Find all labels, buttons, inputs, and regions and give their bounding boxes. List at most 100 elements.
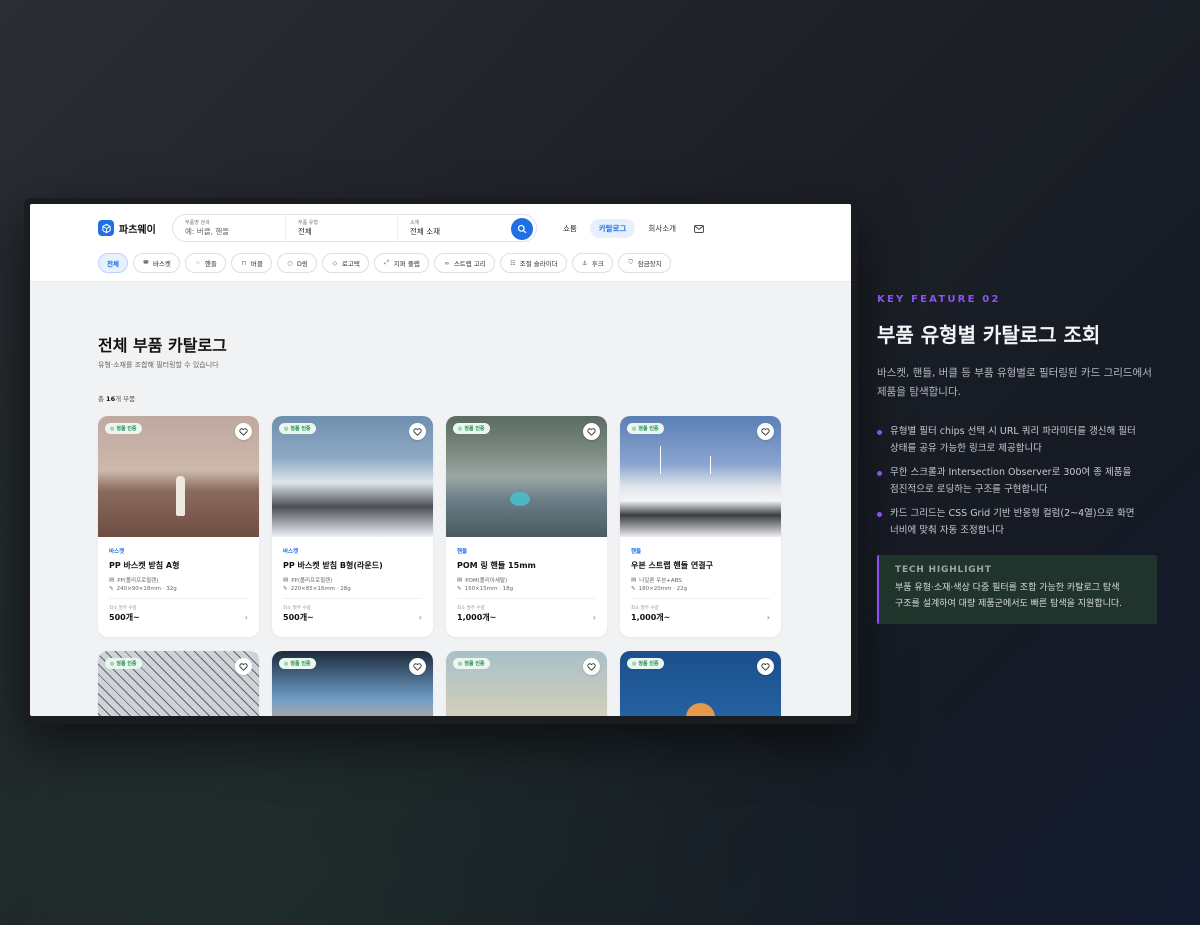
nav-showroom[interactable]: 쇼룸 (554, 219, 586, 238)
material-text: POM(폴리아세탈) (465, 578, 508, 584)
product-grid: ◎ 정품 인증 바스켓 PP 바스켓 받침 A형 ▤ PP(폴리프로필렌) ✎ 240… (98, 416, 782, 716)
chip-label: 스트랩 고리 (453, 260, 486, 268)
product-name: POM 링 핸들 15mm (457, 561, 536, 570)
chip-slider[interactable]: ☷ 조절 슬라이더 (499, 253, 567, 273)
chip-zipper[interactable]: ⤢ 지퍼 풀랩 (373, 253, 429, 273)
feature-panel: KEY FEATURE 02 부품 유형별 카탈로그 조회 바스켓, 핸들, 버… (877, 294, 1157, 624)
monitor-frame: 파츠웨이 부품명 검색 예: 버클, 핸들 부품 유형 전체 소재 전체 소재 (24, 198, 858, 724)
logo[interactable]: 파츠웨이 (98, 220, 156, 236)
favorite-button[interactable] (235, 423, 252, 440)
search-bar: 부품명 검색 예: 버클, 핸들 부품 유형 전체 소재 전체 소재 (172, 214, 537, 242)
product-card[interactable]: ◎ 정품 인증 (98, 651, 259, 716)
mail-icon[interactable] (693, 223, 705, 235)
chip-label: 후크 (591, 260, 604, 268)
chip-basket[interactable]: ◚ 바스켓 (132, 253, 180, 273)
heart-icon (587, 662, 596, 671)
favorite-button[interactable] (409, 658, 426, 675)
moq-label: 최소 발주 수량 (109, 606, 137, 611)
size-text: 240×90×18mm · 32g (116, 586, 177, 592)
chip-dring[interactable]: ○ D링 (276, 253, 317, 273)
moq-value: 1,000개~ (457, 613, 497, 622)
verified-icon: ◎ (110, 660, 115, 667)
product-image-sky: ◎ 정품 인증 (446, 651, 607, 716)
layers-icon: ▤ (109, 577, 115, 583)
bullet-line: 점진적으로 로딩하는 구조를 구현합니다 (890, 483, 1048, 495)
size-spec: ✎ 180×20mm · 22g (631, 586, 770, 592)
chip-all[interactable]: 전체 (98, 253, 128, 273)
card-body: 핸들 POM 링 핸들 15mm ▤ POM(폴리아세탈) ✎ 150×15mm ·… (446, 537, 607, 631)
product-card[interactable]: ◎ 정품 인증 (272, 651, 433, 716)
chevron-right-icon[interactable]: › (419, 613, 422, 622)
tech-line: 구조를 설계하여 대량 제품군에서도 빠른 탐색을 지원합니다. (895, 599, 1123, 609)
moq-value: 1,000개~ (631, 613, 671, 622)
chevron-right-icon[interactable]: › (245, 613, 248, 622)
chip-buckle[interactable]: ⊓ 버클 (230, 253, 272, 273)
product-card[interactable]: ◎ 정품 인증 (446, 651, 607, 716)
chip-logotag[interactable]: ◇ 로고택 (321, 253, 369, 273)
bullet-line: 상태를 공유 가능한 링크로 제공합니다 (890, 442, 1042, 454)
heart-icon (761, 662, 770, 671)
chevron-right-icon[interactable]: › (767, 613, 770, 622)
type-select-field[interactable]: 부품 유형 전체 (285, 215, 397, 241)
moq-label: 최소 발주 수량 (457, 606, 485, 611)
search-icon (517, 224, 527, 234)
material-spec: ▤ PP(폴리프로필렌) (283, 576, 422, 584)
product-card[interactable]: ◎ 정품 인증 바스켓 PP 바스켓 받침 A형 ▤ PP(폴리프로필렌) ✎ 240… (98, 416, 259, 637)
product-card[interactable]: ◎ 정품 인증 바스켓 PP 바스켓 받침 B형(라운드) ▤ PP(폴리프로필렌)… (272, 416, 433, 637)
name-search-field[interactable]: 부품명 검색 예: 버클, 핸들 (173, 215, 285, 241)
ruler-icon: ✎ (457, 586, 462, 592)
nav-about[interactable]: 회사소개 (639, 219, 685, 238)
bullet-line: 무한 스크롤과 Intersection Observer로 300여 종 제품… (890, 467, 1132, 478)
material-select-value[interactable]: 전체 소재 (410, 227, 509, 237)
chip-label: 로고택 (341, 260, 360, 268)
chip-hook[interactable]: ⚓ 후크 (571, 253, 613, 273)
wind-turbine (660, 446, 661, 474)
size-spec: ✎ 240×90×18mm · 32g (109, 586, 248, 592)
name-search-input[interactable]: 예: 버클, 핸들 (185, 227, 285, 237)
chip-lock[interactable]: ⛉ 잠금장치 (617, 253, 671, 273)
chip-handle[interactable]: ⁘ 핸들 (184, 253, 226, 273)
nav-catalog[interactable]: 카탈로그 (589, 219, 636, 238)
verified-icon: ◎ (458, 660, 463, 667)
chip-label: 잠금장치 (637, 260, 662, 268)
chip-label: 지퍼 풀랩 (393, 260, 420, 268)
bullet-line: 너비에 맞춰 자동 조정합니다 (890, 524, 1004, 536)
favorite-button[interactable] (409, 423, 426, 440)
product-card[interactable]: ◎ 정품 인증 핸들 우븐 스트랩 핸들 연결구 ▤ 나일론 우븐+ABS ✎ 180… (620, 416, 781, 637)
favorite-button[interactable] (757, 658, 774, 675)
size-text: 150×15mm · 18g (464, 586, 514, 592)
tech-description: 부품 유형·소재·색상 다중 필터를 조합 가능한 카탈로그 탐색 구조를 설계… (895, 580, 1143, 612)
badge-text: 정품 인증 (464, 426, 485, 432)
favorite-button[interactable] (583, 658, 600, 675)
product-card[interactable]: ◎ 정품 인증 핸들 POM 링 핸들 15mm ▤ POM(폴리아세탈) ✎ 150… (446, 416, 607, 637)
type-select-value[interactable]: 전체 (298, 227, 397, 237)
favorite-button[interactable] (757, 423, 774, 440)
search-button[interactable] (511, 218, 533, 240)
chevron-right-icon[interactable]: › (593, 613, 596, 622)
material-spec: ▤ POM(폴리아세탈) (457, 576, 596, 584)
heart-icon (413, 427, 422, 436)
heart-icon (239, 662, 248, 671)
bullet-item: 무한 스크롤과 Intersection Observer로 300여 종 제품… (877, 465, 1157, 498)
ruler-icon: ✎ (283, 586, 288, 592)
layers-icon: ▤ (631, 577, 637, 583)
material-spec: ▤ 나일론 우븐+ABS (631, 576, 770, 584)
badge-text: 정품 인증 (638, 426, 659, 432)
favorite-button[interactable] (583, 423, 600, 440)
verified-icon: ◎ (110, 425, 115, 432)
page-subtitle: 유형·소재를 조합해 필터링할 수 있습니다 (98, 361, 219, 369)
divider (283, 598, 422, 599)
type-select-label: 부품 유형 (298, 219, 318, 226)
chip-strap-loop[interactable]: ∞ 스트랩 고리 (433, 253, 495, 273)
product-card[interactable]: ◎ 정품 인증 (620, 651, 781, 716)
verified-badge: ◎ 정품 인증 (279, 423, 316, 434)
product-name: 우븐 스트랩 핸들 연결구 (631, 561, 713, 570)
material-text: PP(폴리프로필렌) (291, 578, 333, 584)
material-select-label: 소재 (410, 219, 420, 226)
badge-text: 정품 인증 (116, 661, 137, 667)
material-select-field[interactable]: 소재 전체 소재 (397, 215, 509, 241)
anchor-icon: ⚓ (582, 259, 588, 267)
product-category: 바스켓 (283, 549, 299, 555)
feature-description: 바스켓, 핸들, 버클 등 부품 유형별로 필터링된 카드 그리드에서 제품을 … (877, 364, 1157, 402)
favorite-button[interactable] (235, 658, 252, 675)
